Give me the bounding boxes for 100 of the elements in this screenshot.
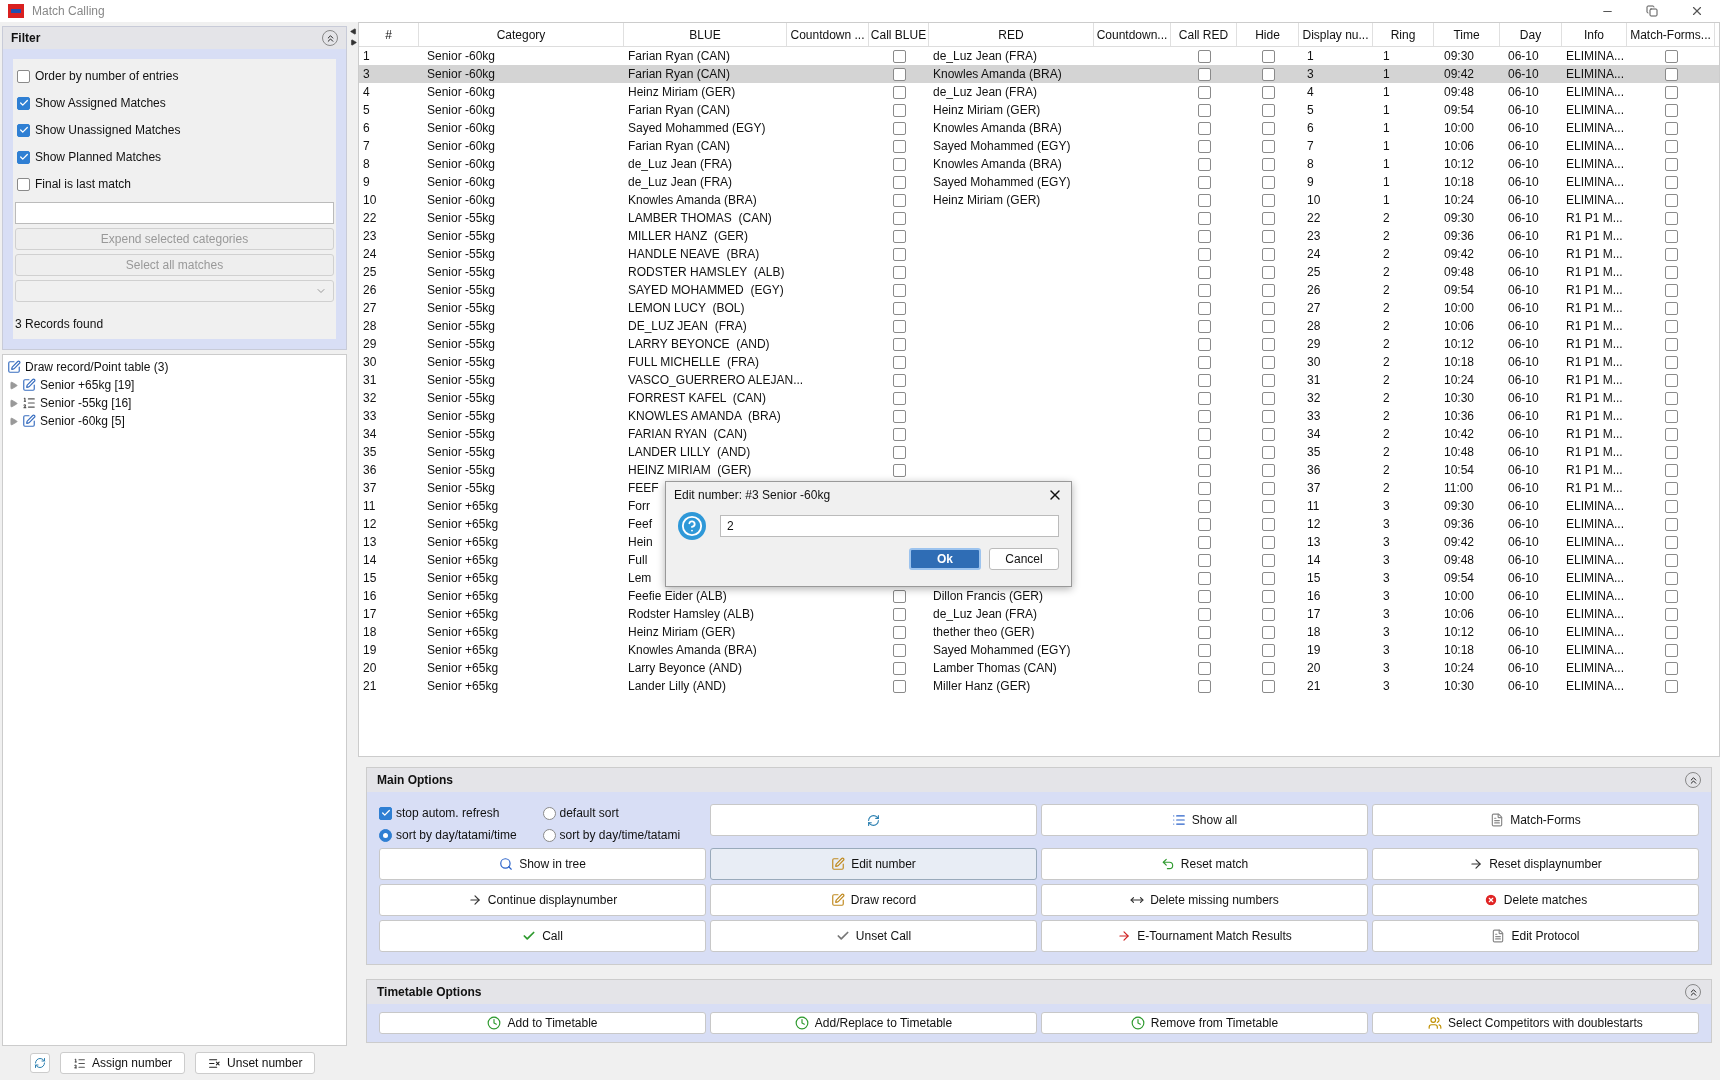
checkbox[interactable] [1664, 301, 1678, 315]
column-header[interactable]: Match-Forms... [1630, 25, 1711, 44]
option-button[interactable]: Show all [1041, 804, 1368, 836]
radio-button[interactable] [542, 806, 556, 820]
checkbox[interactable] [1261, 283, 1275, 297]
checkbox[interactable] [1197, 103, 1211, 117]
checkbox[interactable] [1197, 175, 1211, 189]
checkbox[interactable] [1197, 229, 1211, 243]
checkbox[interactable] [1664, 121, 1678, 135]
checkbox[interactable] [892, 103, 906, 117]
checkbox[interactable] [1664, 193, 1678, 207]
checkbox[interactable] [1261, 391, 1275, 405]
checkbox[interactable] [1261, 103, 1275, 117]
checkbox[interactable] [1664, 463, 1678, 477]
checkbox[interactable] [1197, 679, 1211, 693]
checkbox[interactable] [1261, 661, 1275, 675]
checkbox[interactable] [1261, 481, 1275, 495]
checkbox[interactable] [1664, 373, 1678, 387]
checkbox[interactable] [892, 85, 906, 99]
option-button[interactable]: Edit Protocol [1372, 920, 1699, 952]
checkbox[interactable] [1197, 157, 1211, 171]
checkbox[interactable] [1664, 409, 1678, 423]
checkbox[interactable] [892, 139, 906, 153]
checkbox[interactable] [1664, 247, 1678, 261]
column-header[interactable]: Countdown ... [790, 25, 865, 44]
checkbox[interactable] [1197, 373, 1211, 387]
checkbox[interactable] [1261, 409, 1275, 423]
option-button[interactable]: Reset displaynumber [1372, 848, 1699, 880]
timetable-button[interactable]: Add to Timetable [379, 1012, 706, 1034]
number-field[interactable]: 2 [720, 515, 1059, 537]
checkbox[interactable] [1261, 679, 1275, 693]
checkbox[interactable] [1664, 535, 1678, 549]
radio-button[interactable] [379, 828, 392, 842]
expand-icon[interactable] [9, 398, 18, 408]
checkbox[interactable] [1261, 175, 1275, 189]
checkbox[interactable] [1197, 67, 1211, 81]
option-button[interactable]: Show in tree [379, 848, 706, 880]
column-header[interactable]: Day [1519, 25, 1542, 44]
checkbox[interactable] [1197, 319, 1211, 333]
checkbox[interactable] [1261, 49, 1275, 63]
checkbox[interactable] [1197, 85, 1211, 99]
checkbox[interactable] [1261, 373, 1275, 387]
option-button[interactable]: Edit number [710, 848, 1037, 880]
option-button[interactable]: Delete missing numbers [1041, 884, 1368, 916]
checkbox[interactable] [892, 373, 906, 387]
checkbox[interactable] [1197, 499, 1211, 513]
column-header[interactable]: Hide [1255, 25, 1280, 44]
checkbox[interactable] [1261, 247, 1275, 261]
checkbox[interactable] [1664, 157, 1678, 171]
timetable-button[interactable]: Add/Replace to Timetable [710, 1012, 1037, 1034]
checkbox[interactable] [1197, 355, 1211, 369]
checkbox[interactable] [1197, 661, 1211, 675]
unset-number-button[interactable]: Unset number [195, 1052, 316, 1074]
checkbox[interactable] [1664, 643, 1678, 657]
checkbox[interactable] [1197, 607, 1211, 621]
tree-item[interactable]: Senior -55kg [16] [40, 394, 132, 412]
checkbox[interactable] [1261, 211, 1275, 225]
checkbox[interactable] [1261, 157, 1275, 171]
checkbox[interactable] [1261, 625, 1275, 639]
checkbox[interactable] [892, 301, 906, 315]
column-header[interactable]: Countdown... [1096, 25, 1168, 44]
checkbox[interactable] [892, 679, 906, 693]
column-header[interactable]: Category [496, 25, 546, 44]
checkbox[interactable] [1261, 139, 1275, 153]
checkbox[interactable] [1664, 517, 1678, 531]
column-header[interactable]: Ring [1390, 25, 1416, 44]
column-header[interactable]: Call BLUE [870, 25, 927, 44]
checkbox[interactable] [1261, 553, 1275, 567]
checkbox[interactable] [1197, 265, 1211, 279]
checkbox[interactable] [17, 123, 30, 137]
refresh-button[interactable] [30, 1053, 50, 1073]
checkbox[interactable] [1261, 265, 1275, 279]
checkbox[interactable] [892, 589, 906, 603]
checkbox[interactable] [892, 67, 906, 81]
restore-icon[interactable] [1646, 5, 1658, 17]
checkbox[interactable] [1664, 211, 1678, 225]
checkbox[interactable] [1261, 607, 1275, 621]
checkbox[interactable] [1197, 481, 1211, 495]
checkbox[interactable] [892, 157, 906, 171]
checkbox[interactable] [1664, 337, 1678, 351]
checkbox[interactable] [892, 229, 906, 243]
checkbox[interactable] [892, 427, 906, 441]
column-header[interactable]: Time [1453, 25, 1480, 44]
checkbox[interactable] [17, 177, 30, 191]
checkbox[interactable] [1664, 355, 1678, 369]
checkbox[interactable] [1261, 517, 1275, 531]
option-button[interactable]: Match-Forms [1372, 804, 1699, 836]
option-button[interactable]: Draw record [710, 884, 1037, 916]
checkbox[interactable] [1664, 265, 1678, 279]
option-button[interactable]: Call [379, 920, 706, 952]
checkbox[interactable] [1664, 67, 1678, 81]
checkbox[interactable] [1261, 589, 1275, 603]
timetable-button[interactable]: Select Competitors with doublestarts [1372, 1012, 1699, 1034]
checkbox[interactable] [1197, 625, 1211, 639]
checkbox[interactable] [892, 175, 906, 189]
column-header[interactable]: Display nu... [1302, 25, 1369, 44]
checkbox[interactable] [1197, 391, 1211, 405]
checkbox[interactable] [17, 150, 30, 164]
checkbox[interactable] [892, 661, 906, 675]
checkbox[interactable] [1664, 661, 1678, 675]
